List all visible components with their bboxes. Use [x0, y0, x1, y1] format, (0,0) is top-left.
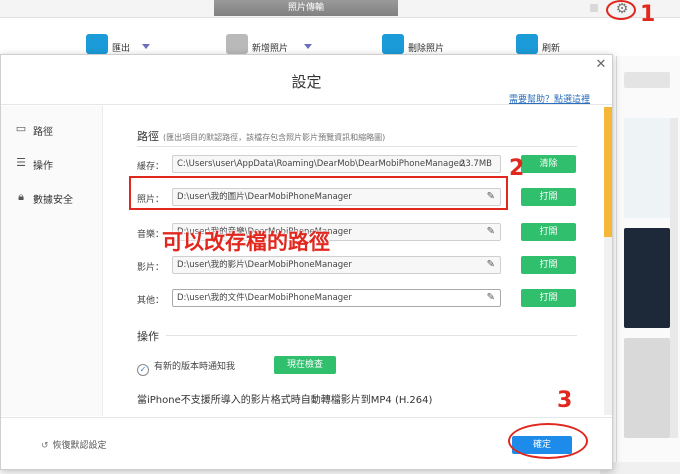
restore-label: 恢復默認設定 — [52, 441, 107, 451]
history-icon: ↺ — [41, 441, 49, 451]
divider — [166, 335, 577, 336]
pencil-icon[interactable]: ✎ — [487, 257, 495, 273]
chevron-down-icon[interactable] — [304, 44, 312, 49]
help-link[interactable]: 需要幫助？點選這裡 — [509, 92, 590, 105]
annotation-circle-confirm — [508, 423, 588, 459]
path-section-title: 路徑 (匯出項目的默認路徑，該檔存包含照片影片預覽資訊和縮略圖) — [137, 128, 385, 144]
refresh-label: 刷新 — [542, 44, 561, 54]
clear-cache-button[interactable]: 清除 — [521, 155, 576, 173]
videos-path-field[interactable]: D:\user\我的影片\DearMobiPhoneManager ✎ — [172, 256, 501, 274]
operation-section-title: 操作 — [137, 330, 159, 343]
settings-content: 路徑 (匯出項目的默認路徑，該檔存包含照片影片預覽資訊和縮略圖) 緩存： C:\U… — [104, 106, 603, 416]
music-label: 音樂： — [137, 230, 165, 240]
export-label: 匯出 — [112, 44, 131, 54]
sidebar-item-security[interactable]: 🔒︎ 數據安全 — [1, 182, 103, 212]
open-other-button[interactable]: 打開 — [521, 289, 576, 307]
sidebar-item-label: 路徑 — [33, 127, 53, 138]
photo-thumbnail[interactable] — [624, 118, 670, 218]
cache-path-field: C:\Users\user\AppData\Roaming\DearMob\De… — [172, 155, 501, 173]
restore-defaults-button[interactable]: ↺ 恢復默認設定 — [41, 438, 107, 451]
other-path-field[interactable]: D:\user\我的文件\DearMobiPhoneManager ✎ — [172, 289, 501, 307]
refresh-icon — [516, 34, 538, 54]
window-control[interactable] — [590, 4, 598, 12]
annotation-circle-gear — [606, 0, 636, 20]
add-photo-label: 新增照片 — [252, 44, 289, 54]
main-toolbar: 匯出 新增照片 刪除照片 刷新 — [0, 18, 680, 56]
add-photo-icon — [226, 34, 248, 54]
settings-sidebar: ▭ 路徑 ☰ 操作 🔒︎ 數據安全 — [1, 106, 103, 416]
annotation-caption: 可以改存檔的路徑 — [162, 230, 330, 254]
notify-label: 有新的版本時通知我 — [154, 362, 236, 372]
export-icon — [86, 34, 108, 54]
cache-label: 緩存： — [137, 162, 165, 172]
cache-size: 23.7MB — [459, 159, 492, 169]
check-now-button[interactable]: 現在檢查 — [274, 356, 336, 374]
close-icon[interactable]: ✕ — [593, 57, 609, 73]
open-photos-button[interactable]: 打開 — [521, 188, 576, 206]
dialog-title: 設定 — [291, 73, 322, 91]
annotation-number-2: 2 — [509, 156, 525, 181]
settings-scrollbar-thumb[interactable] — [604, 107, 612, 237]
lock-icon: 🔒︎ — [18, 190, 24, 203]
view-toggle[interactable] — [624, 72, 670, 88]
sidebar-item-operation[interactable]: ☰ 操作 — [1, 148, 103, 178]
photo-thumbnail[interactable] — [624, 338, 670, 438]
sidebar-item-label: 操作 — [33, 161, 53, 172]
delete-photo-icon — [382, 34, 404, 54]
cache-path-value: C:\Users\user\AppData\Roaming\DearMob\De… — [177, 159, 466, 169]
path-section-heading: 路徑 — [137, 130, 159, 143]
open-music-button[interactable]: 打開 — [521, 223, 576, 241]
divider — [137, 146, 577, 147]
sidebar-item-path[interactable]: ▭ 路徑 — [1, 114, 103, 144]
pencil-icon[interactable]: ✎ — [487, 290, 495, 306]
annotation-number-1: 1 — [640, 2, 656, 27]
convert-note: 當iPhone不支援所導入的影片格式時自動轉檔影片到MP4 (H.264) — [137, 395, 433, 406]
annotation-number-3: 3 — [557, 388, 573, 413]
checkbox[interactable]: ✓ — [137, 364, 149, 376]
window-title: 照片傳輸 — [214, 0, 398, 16]
videos-label: 影片： — [137, 263, 165, 273]
other-label: 其他： — [137, 296, 165, 306]
other-path-value: D:\user\我的文件\DearMobiPhoneManager — [177, 293, 352, 303]
annotation-box-photos — [129, 176, 508, 210]
chevron-down-icon[interactable] — [142, 44, 150, 49]
document-icon: ☰ — [16, 156, 26, 169]
photo-thumbnail[interactable] — [624, 228, 670, 328]
delete-photo-label: 刪除照片 — [408, 44, 445, 54]
videos-path-value: D:\user\我的影片\DearMobiPhoneManager — [177, 260, 352, 270]
path-section-hint: (匯出項目的默認路徑，該檔存包含照片影片預覽資訊和縮略圖) — [163, 133, 386, 142]
notify-checkbox-row[interactable]: ✓ 有新的版本時通知我 — [137, 359, 235, 376]
pencil-icon[interactable]: ✎ — [487, 224, 495, 240]
settings-dialog: 設定 ✕ 需要幫助？點選這裡 ▭ 路徑 ☰ 操作 🔒︎ 數據安全 路徑 (匯出項目… — [0, 54, 613, 470]
title-bar: 照片傳輸 ⚙ — [0, 0, 680, 18]
grid-scrollbar[interactable] — [670, 118, 678, 438]
dialog-header: 設定 ✕ 需要幫助？點選這裡 — [1, 55, 612, 105]
sidebar-item-label: 數據安全 — [33, 195, 73, 206]
folder-icon: ▭ — [15, 122, 27, 135]
open-videos-button[interactable]: 打開 — [521, 256, 576, 274]
